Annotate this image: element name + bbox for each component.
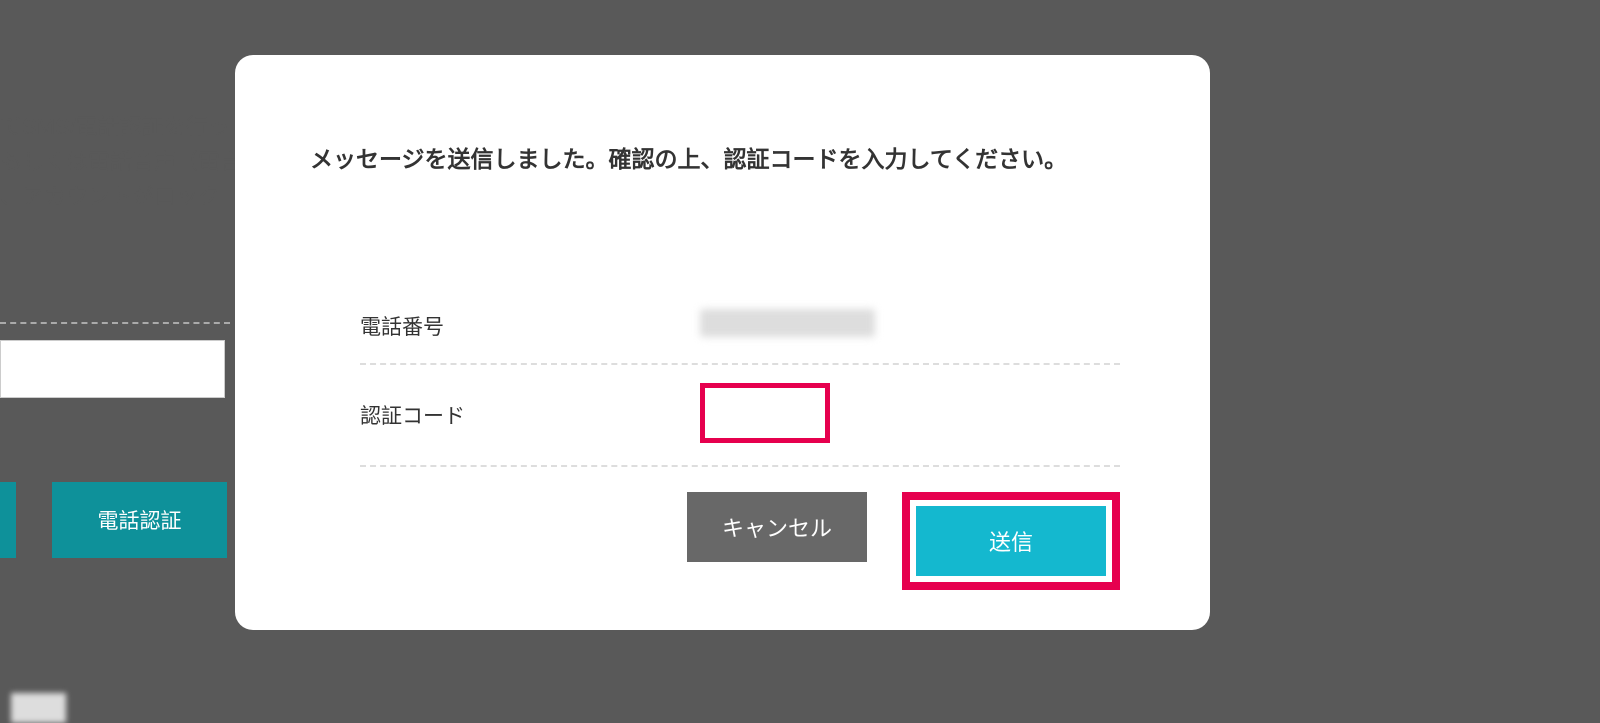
modal-title: メッセージを送信しました。確認の上、認証コードを入力してください。	[310, 140, 1150, 174]
modal-button-row: キャンセル 送信	[310, 492, 1120, 590]
submit-button[interactable]: 送信	[916, 506, 1106, 576]
cancel-button[interactable]: キャンセル	[687, 492, 867, 562]
phone-number-label: 電話番号	[360, 311, 700, 341]
verification-code-value-container	[700, 383, 1120, 443]
submit-button-highlight: 送信	[902, 492, 1120, 590]
verification-code-row: 認証コード	[360, 365, 1120, 467]
phone-number-row: 電話番号	[360, 289, 1120, 365]
verification-modal: メッセージを送信しました。確認の上、認証コードを入力してください。 電話番号 認…	[235, 55, 1210, 630]
phone-number-value	[700, 309, 1120, 343]
verification-code-label: 認証コード	[360, 400, 700, 430]
verification-code-input[interactable]	[700, 383, 830, 443]
phone-number-blurred	[700, 309, 875, 337]
